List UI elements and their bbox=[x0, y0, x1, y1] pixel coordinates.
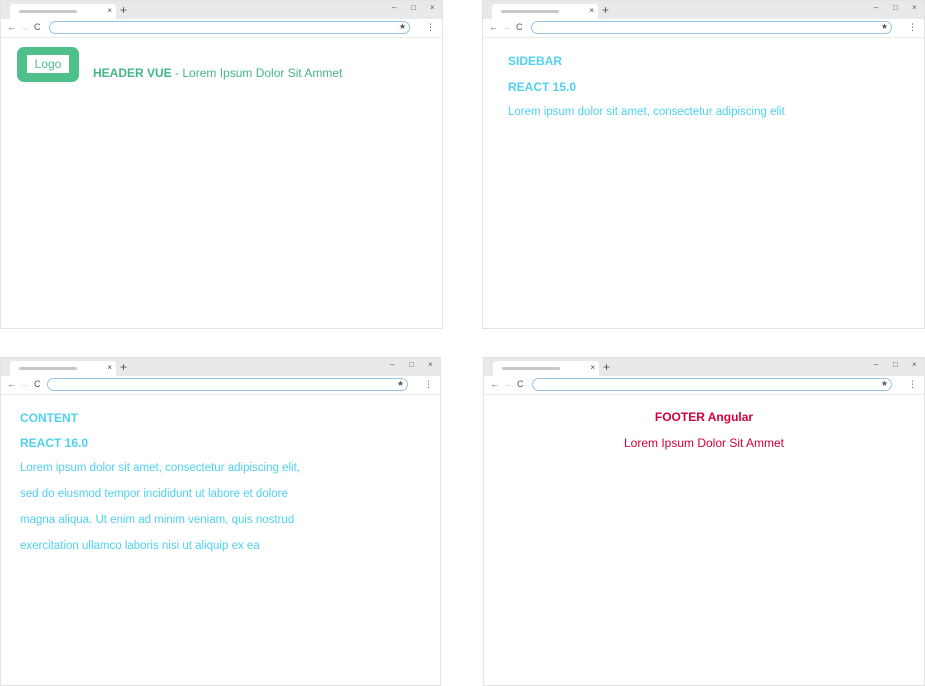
browser-menu-icon[interactable]: ⋮ bbox=[426, 22, 435, 33]
header-page: Logo HEADER VUE - Lorem Ipsum Dolor Sit … bbox=[1, 38, 442, 328]
browser-window-content: × + – □ × ← → C ★ ⋮ CONTENT REACT 16.0 L… bbox=[0, 357, 441, 686]
back-icon[interactable]: ← bbox=[7, 379, 16, 390]
browser-window-header: × + – □ × ← → C ★ ⋮ Logo HEADER VUE - Lo… bbox=[0, 0, 443, 329]
bookmark-star-icon[interactable]: ★ bbox=[397, 378, 404, 389]
content-page: CONTENT REACT 16.0 Lorem ipsum dolor sit… bbox=[1, 395, 440, 685]
tab-bar: × + – □ × bbox=[1, 1, 442, 19]
header-title-rest: - Lorem Ipsum Dolor Sit Ammet bbox=[171, 66, 343, 80]
tab-close-icon[interactable]: × bbox=[107, 5, 112, 17]
sidebar-title: SIDEBAR bbox=[508, 54, 563, 68]
back-icon[interactable]: ← bbox=[7, 22, 16, 33]
minimize-icon[interactable]: – bbox=[392, 3, 396, 13]
close-window-icon[interactable]: × bbox=[912, 3, 917, 13]
back-icon[interactable]: ← bbox=[489, 22, 498, 33]
browser-toolbar: ← → C ★ ⋮ bbox=[1, 19, 442, 38]
sidebar-version: REACT 15.0 bbox=[508, 80, 577, 94]
minimize-icon[interactable]: – bbox=[874, 360, 878, 370]
tab-close-icon[interactable]: × bbox=[107, 362, 112, 374]
tab-bar: × + – □ × bbox=[483, 1, 924, 19]
reload-icon[interactable]: C bbox=[34, 22, 41, 33]
forward-icon[interactable]: → bbox=[20, 22, 29, 33]
content-line-3: magna aliqua. Ut enim ad minim veniam, q… bbox=[20, 514, 295, 526]
tab-bar: × + – □ × bbox=[1, 358, 440, 376]
tab-title-placeholder bbox=[19, 367, 77, 370]
bookmark-star-icon[interactable]: ★ bbox=[399, 21, 406, 32]
bookmark-star-icon[interactable]: ★ bbox=[881, 378, 888, 389]
content-title: CONTENT bbox=[20, 411, 78, 425]
address-bar[interactable]: ★ bbox=[49, 21, 410, 34]
content-line-1: Lorem ipsum dolor sit amet, consectetur … bbox=[20, 462, 300, 474]
minimize-icon[interactable]: – bbox=[874, 3, 878, 13]
browser-toolbar: ← → C ★ ⋮ bbox=[483, 19, 924, 38]
sidebar-text: Lorem ipsum dolor sit amet, consectetur … bbox=[508, 106, 785, 118]
browser-menu-icon[interactable]: ⋮ bbox=[908, 22, 917, 33]
maximize-icon[interactable]: □ bbox=[409, 360, 414, 370]
tab-close-icon[interactable]: × bbox=[590, 362, 595, 374]
forward-icon[interactable]: → bbox=[20, 379, 29, 390]
tab-title-placeholder bbox=[502, 367, 560, 370]
maximize-icon[interactable]: □ bbox=[893, 360, 898, 370]
bookmark-star-icon[interactable]: ★ bbox=[881, 21, 888, 32]
reload-icon[interactable]: C bbox=[516, 22, 523, 33]
tab-close-icon[interactable]: × bbox=[589, 5, 594, 17]
new-tab-icon[interactable]: + bbox=[603, 360, 610, 374]
browser-tab[interactable]: × bbox=[10, 4, 116, 19]
maximize-icon[interactable]: □ bbox=[411, 3, 416, 13]
logo-label: Logo bbox=[27, 55, 69, 73]
footer-page: FOOTER Angular Lorem Ipsum Dolor Sit Amm… bbox=[484, 395, 924, 685]
browser-toolbar: ← → C ★ ⋮ bbox=[484, 376, 924, 395]
header-title: HEADER VUE - Lorem Ipsum Dolor Sit Ammet bbox=[93, 66, 342, 80]
browser-window-sidebar: × + – □ × ← → C ★ ⋮ SIDEBAR REACT 15.0 L… bbox=[482, 0, 925, 329]
new-tab-icon[interactable]: + bbox=[120, 3, 127, 17]
tab-title-placeholder bbox=[19, 10, 77, 13]
reload-icon[interactable]: C bbox=[517, 379, 524, 390]
browser-window-footer: × + – □ × ← → C ★ ⋮ FOOTER Angular Lorem… bbox=[483, 357, 925, 686]
minimize-icon[interactable]: – bbox=[390, 360, 394, 370]
browser-tab[interactable]: × bbox=[10, 361, 116, 376]
reload-icon[interactable]: C bbox=[34, 379, 41, 390]
content-version: REACT 16.0 bbox=[20, 436, 89, 450]
logo: Logo bbox=[17, 47, 79, 82]
back-icon[interactable]: ← bbox=[490, 379, 499, 390]
new-tab-icon[interactable]: + bbox=[120, 360, 127, 374]
browser-tab[interactable]: × bbox=[493, 361, 599, 376]
address-bar[interactable]: ★ bbox=[531, 21, 892, 34]
close-window-icon[interactable]: × bbox=[428, 360, 433, 370]
sidebar-page: SIDEBAR REACT 15.0 Lorem ipsum dolor sit… bbox=[483, 38, 924, 328]
footer-text: Lorem Ipsum Dolor Sit Ammet bbox=[623, 436, 785, 450]
close-window-icon[interactable]: × bbox=[912, 360, 917, 370]
content-line-2: sed do eiusmod tempor incididunt ut labo… bbox=[20, 488, 288, 500]
tab-bar: × + – □ × bbox=[484, 358, 924, 376]
browser-menu-icon[interactable]: ⋮ bbox=[424, 379, 433, 390]
browser-tab[interactable]: × bbox=[492, 4, 598, 19]
browser-menu-icon[interactable]: ⋮ bbox=[908, 379, 917, 390]
tab-title-placeholder bbox=[501, 10, 559, 13]
address-bar[interactable]: ★ bbox=[532, 378, 892, 391]
header-title-bold: HEADER VUE bbox=[93, 66, 172, 80]
content-line-4: exercitation ullamco laboris nisi ut ali… bbox=[20, 540, 260, 552]
new-tab-icon[interactable]: + bbox=[602, 3, 609, 17]
browser-toolbar: ← → C ★ ⋮ bbox=[1, 376, 440, 395]
close-window-icon[interactable]: × bbox=[430, 3, 435, 13]
forward-icon[interactable]: → bbox=[502, 22, 511, 33]
forward-icon[interactable]: → bbox=[503, 379, 512, 390]
footer-title: FOOTER Angular bbox=[654, 410, 754, 424]
maximize-icon[interactable]: □ bbox=[893, 3, 898, 13]
address-bar[interactable]: ★ bbox=[47, 378, 408, 391]
